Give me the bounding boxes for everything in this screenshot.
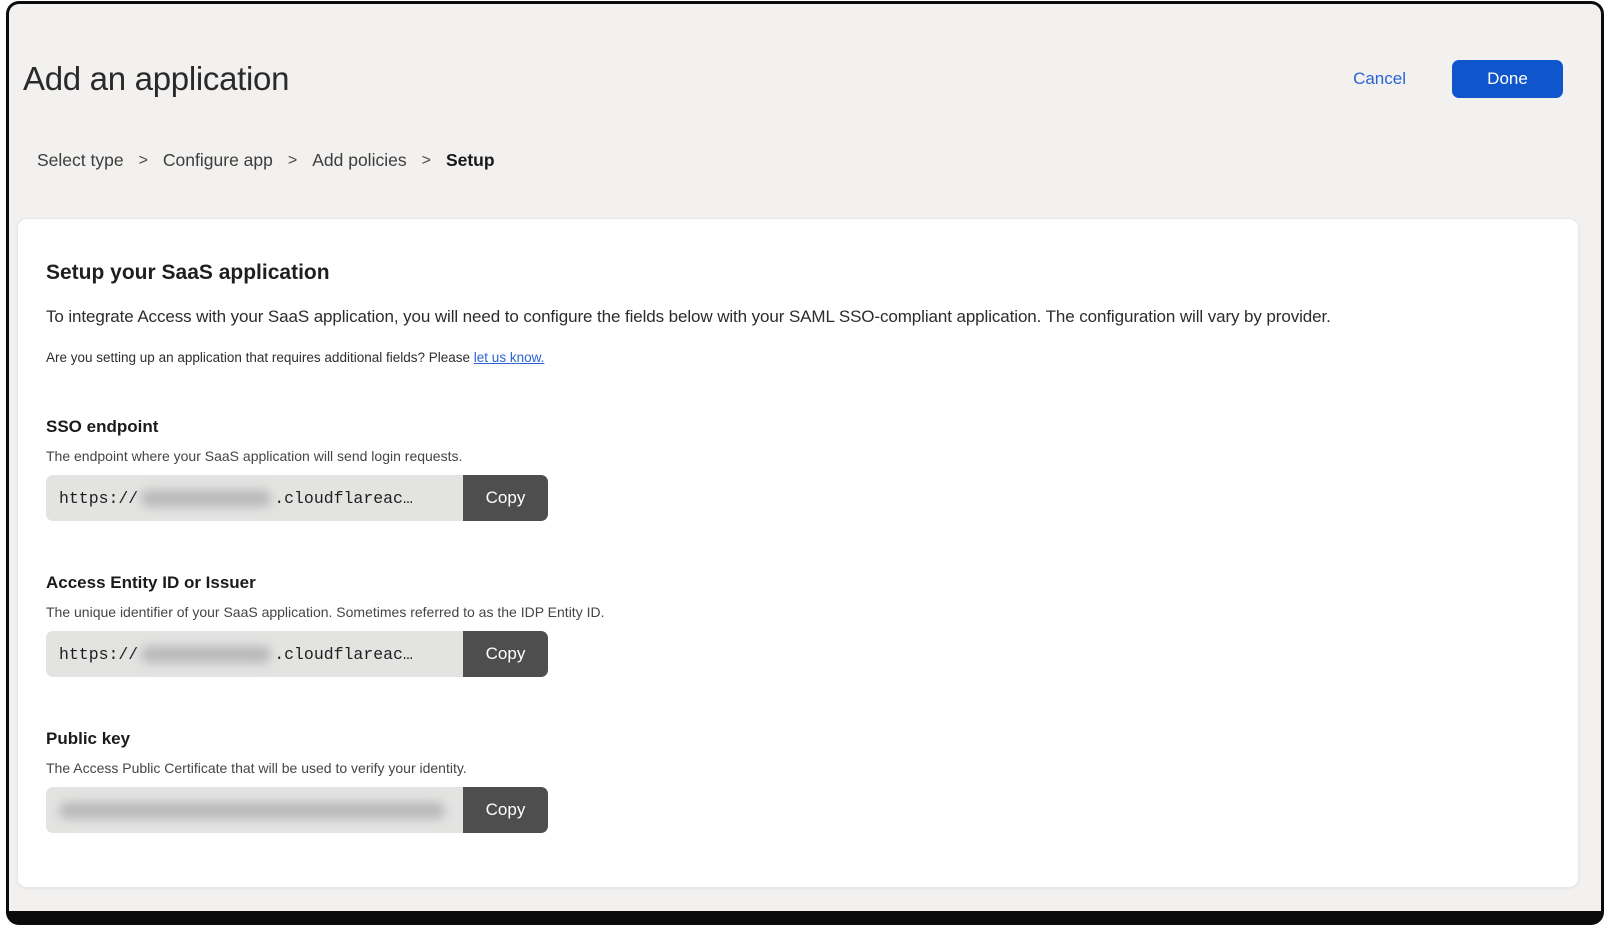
page-title: Add an application	[23, 60, 289, 98]
field-value-row: https:// .cloudflareac… Copy	[46, 475, 548, 521]
cancel-button[interactable]: Cancel	[1351, 65, 1408, 93]
breadcrumb-step-add-policies[interactable]: Add policies	[312, 150, 406, 171]
field-description: The endpoint where your SaaS application…	[46, 448, 1550, 464]
card-intro-text: To integrate Access with your SaaS appli…	[46, 307, 1550, 327]
breadcrumb-separator: >	[139, 152, 148, 170]
setup-card: Setup your SaaS application To integrate…	[17, 218, 1579, 888]
redacted-value-segment	[141, 646, 271, 663]
sso-endpoint-value[interactable]: https:// .cloudflareac…	[46, 475, 463, 521]
breadcrumb-separator: >	[288, 152, 297, 170]
breadcrumb-step-setup-current: Setup	[446, 150, 495, 171]
breadcrumb-separator: >	[422, 152, 431, 170]
field-description: The unique identifier of your SaaS appli…	[46, 604, 1550, 620]
screenshot-frame: Add an application Cancel Done Select ty…	[6, 1, 1604, 925]
field-value-row: https:// .cloudflareac… Copy	[46, 631, 548, 677]
access-entity-id-value[interactable]: https:// .cloudflareac…	[46, 631, 463, 677]
breadcrumb: Select type > Configure app > Add polici…	[23, 150, 1601, 171]
field-public-key: Public key The Access Public Certificate…	[46, 729, 1550, 833]
field-label: SSO endpoint	[46, 417, 1550, 437]
public-key-value[interactable]	[46, 787, 463, 833]
card-note: Are you setting up an application that r…	[46, 350, 1550, 365]
redacted-value-segment	[141, 490, 271, 507]
field-access-entity-id: Access Entity ID or Issuer The unique id…	[46, 573, 1550, 677]
redacted-value-segment	[59, 802, 445, 819]
breadcrumb-step-configure-app[interactable]: Configure app	[163, 150, 273, 171]
done-button[interactable]: Done	[1452, 60, 1563, 98]
copy-access-entity-id-button[interactable]: Copy	[463, 631, 548, 677]
let-us-know-link[interactable]: let us know.	[474, 350, 545, 365]
copy-sso-endpoint-button[interactable]: Copy	[463, 475, 548, 521]
header-actions: Cancel Done	[1351, 60, 1563, 98]
breadcrumb-step-select-type[interactable]: Select type	[37, 150, 124, 171]
copy-public-key-button[interactable]: Copy	[463, 787, 548, 833]
field-sso-endpoint: SSO endpoint The endpoint where your Saa…	[46, 417, 1550, 521]
value-suffix: .cloudflareac…	[274, 645, 413, 664]
page-header: Add an application Cancel Done	[9, 4, 1601, 98]
value-prefix: https://	[59, 489, 138, 508]
field-description: The Access Public Certificate that will …	[46, 760, 1550, 776]
field-value-row: Copy	[46, 787, 548, 833]
card-note-text: Are you setting up an application that r…	[46, 350, 470, 365]
field-label: Access Entity ID or Issuer	[46, 573, 1550, 593]
value-prefix: https://	[59, 645, 138, 664]
card-heading: Setup your SaaS application	[46, 261, 1550, 285]
field-label: Public key	[46, 729, 1550, 749]
value-suffix: .cloudflareac…	[274, 489, 413, 508]
